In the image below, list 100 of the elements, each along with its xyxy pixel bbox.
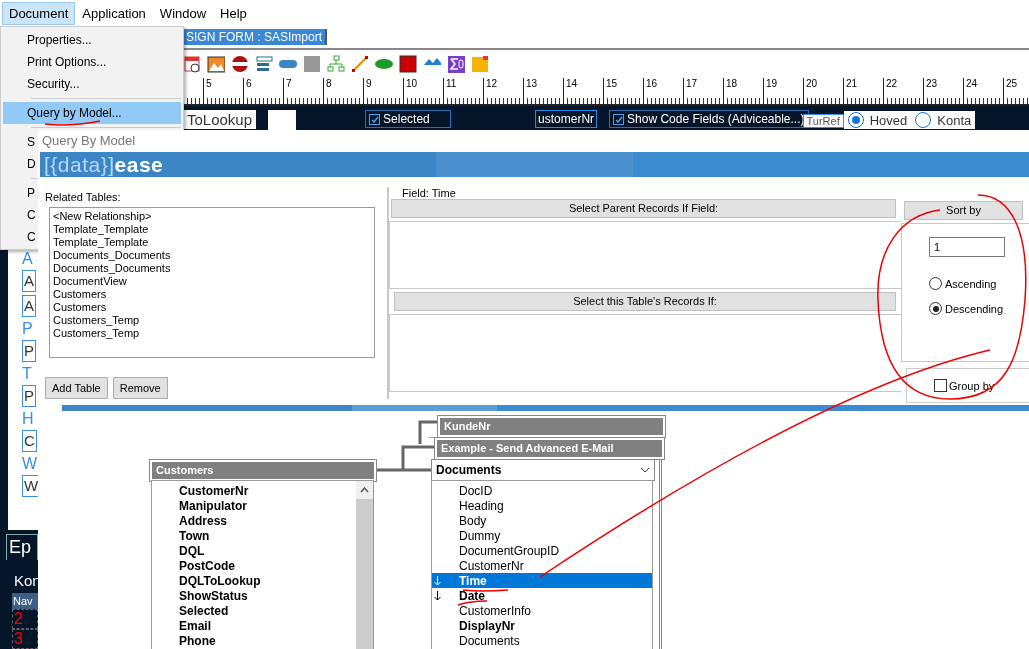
form-tab-title[interactable]: SIGN FORM : SASImport xyxy=(183,29,328,45)
field-item[interactable]: Town xyxy=(152,528,356,543)
field-item[interactable]: DQL xyxy=(152,543,356,558)
scrollbar[interactable] xyxy=(356,481,373,649)
ruler-number: 25 xyxy=(1003,78,1026,104)
field-item[interactable]: Phone xyxy=(152,633,356,648)
field-item[interactable]: DQLToLookup xyxy=(152,573,356,588)
ruler-number: 9 xyxy=(363,78,403,104)
field-item[interactable]: Manipulator xyxy=(152,498,356,513)
square-icon[interactable] xyxy=(399,55,417,73)
square-icon[interactable] xyxy=(303,55,321,73)
code-fields-checkbox[interactable]: Show Code Fields (Adviceable...) xyxy=(609,110,809,128)
ruler-number: 14 xyxy=(563,78,603,104)
form-field[interactable]: P xyxy=(22,385,36,407)
radio-button[interactable]: Ascending xyxy=(929,277,1029,290)
related-tables-label: Related Tables: xyxy=(45,191,122,203)
table-header[interactable]: Example - Send Advanced E-Mail xyxy=(435,438,664,459)
menu-bar-item[interactable]: Help xyxy=(213,1,254,25)
menu-item[interactable]: Query by Model... xyxy=(3,102,181,124)
underline-mark xyxy=(44,120,101,126)
remove-button[interactable]: Remove xyxy=(112,377,168,399)
list-item[interactable]: DocumentView xyxy=(53,275,371,288)
radio-button[interactable]: Hoved xyxy=(843,111,912,129)
list-item[interactable]: Documents_Documents xyxy=(53,262,371,275)
ruler-number: 7 xyxy=(283,78,323,104)
field-item[interactable]: Address xyxy=(152,513,356,528)
menu-item[interactable]: Security... xyxy=(3,73,181,95)
sort-header: Sort by xyxy=(904,201,1023,220)
menu-item[interactable]: Print Options... xyxy=(3,51,181,73)
globe-icon[interactable] xyxy=(231,55,249,73)
list-item[interactable]: Documents_Documents xyxy=(53,249,371,262)
field-item[interactable]: CustomerNr xyxy=(152,483,356,498)
list-icon[interactable] xyxy=(255,55,273,73)
field-item[interactable]: CustomerInfo xyxy=(432,603,652,618)
radio-button[interactable]: Descending xyxy=(929,302,1029,315)
chevron-down-icon xyxy=(640,467,650,473)
ruler-number: 15 xyxy=(603,78,643,104)
ruler-number: 19 xyxy=(763,78,803,104)
field-item[interactable]: DisplayNr xyxy=(432,618,652,633)
form-field[interactable]: A xyxy=(22,295,36,317)
table-name: Documents xyxy=(436,463,502,477)
field-item[interactable]: CustomerNr xyxy=(432,558,652,573)
table-dropdown[interactable]: Documents xyxy=(431,459,655,481)
ruler-number: 21 xyxy=(843,78,883,104)
ruler-number: 16 xyxy=(643,78,683,104)
table-header[interactable]: Customers xyxy=(150,460,376,481)
menu-bar-item[interactable]: Window xyxy=(152,1,214,25)
selected-checkbox[interactable]: Selected xyxy=(365,110,452,128)
hierarchy-icon[interactable] xyxy=(327,55,345,73)
field-item[interactable]: Time xyxy=(432,573,652,588)
field-item[interactable]: DocID xyxy=(432,483,652,498)
field-item[interactable]: Body xyxy=(432,513,652,528)
related-tables-list[interactable]: <New Relationship> Template_Template Template_Template Documents_Documents Documents_Documents DocumentView Customers Customers Customers_Temp Customers_Temp xyxy=(49,207,375,358)
parent-records-header: Select Parent Records If Field: xyxy=(391,199,896,218)
grid-header: Nav xyxy=(12,593,38,609)
dialog-title: Query By Model xyxy=(41,131,137,150)
table-header[interactable]: KundeNr xyxy=(438,416,665,437)
ruler-number: 22 xyxy=(883,78,923,104)
form-field[interactable]: P xyxy=(22,340,36,362)
checkmark-icon xyxy=(370,115,379,123)
menu-bar-item[interactable]: Document xyxy=(2,1,76,25)
ruler-number: 10 xyxy=(403,78,443,104)
field-item[interactable]: PostCode xyxy=(152,558,356,573)
calendar-icon[interactable] xyxy=(183,55,201,73)
field-item[interactable]: ShowStatus xyxy=(152,588,356,603)
chevron-up-icon[interactable] xyxy=(360,487,369,493)
field-caption: Field: Time xyxy=(401,187,457,199)
list-item[interactable]: Customers_Temp xyxy=(53,327,371,340)
field-item[interactable]: DocumentGroupID xyxy=(432,543,652,558)
list-item[interactable]: Template_Template xyxy=(53,236,371,249)
field-item[interactable]: Email xyxy=(152,618,356,633)
field-item[interactable]: Documents xyxy=(432,633,652,648)
form-field[interactable]: C xyxy=(22,430,37,452)
list-item[interactable]: Template_Template xyxy=(53,223,371,236)
field-item[interactable]: Date xyxy=(432,588,652,603)
list-item[interactable]: <New Relationship> xyxy=(53,210,371,223)
menu-item[interactable]: Properties... xyxy=(3,29,181,51)
line-icon[interactable] xyxy=(351,55,369,73)
ruler-number: 5 xyxy=(203,78,243,104)
customer-field[interactable]: ustomerNr xyxy=(535,110,598,128)
field-item[interactable]: Heading xyxy=(432,498,652,513)
table-records-header: Select this Table's Records If: xyxy=(394,292,896,311)
ruler-number: 11 xyxy=(443,78,483,104)
add-table-button[interactable]: Add Table xyxy=(45,377,108,399)
radio-button[interactable]: Konta xyxy=(911,111,976,129)
field-item[interactable]: Selected xyxy=(152,603,356,618)
sigma-icon[interactable] xyxy=(447,55,465,73)
image-icon[interactable] xyxy=(207,55,225,73)
list-item[interactable]: Customers_Temp xyxy=(53,314,371,327)
checkmark-icon xyxy=(614,115,623,123)
menu-bar-item[interactable]: Application xyxy=(75,1,153,25)
sort-order-input[interactable]: 1 xyxy=(929,237,1005,257)
ruler-number: 13 xyxy=(523,78,563,104)
form-field[interactable]: A xyxy=(22,270,36,292)
list-item[interactable]: Customers xyxy=(53,288,371,301)
field-item[interactable]: Dummy xyxy=(432,528,652,543)
folder-icon[interactable] xyxy=(471,55,489,73)
list-item[interactable]: Customers xyxy=(53,301,371,314)
turref-field[interactable]: TurRef xyxy=(802,114,844,128)
form-label: W xyxy=(22,455,38,472)
